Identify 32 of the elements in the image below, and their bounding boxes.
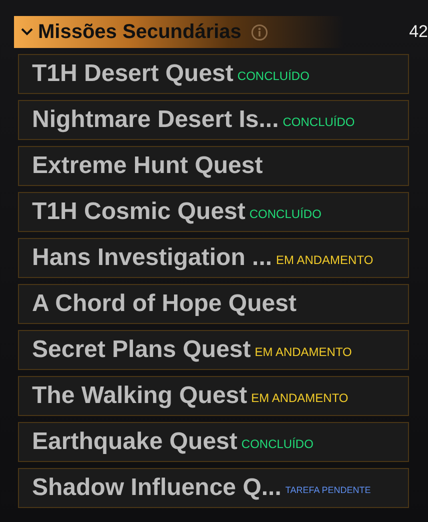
quest-name: Hans Investigation ...: [32, 244, 272, 272]
quest-row[interactable]: Extreme Hunt Quest: [18, 146, 409, 186]
quest-count: 42: [409, 22, 428, 42]
quest-status: TAREFA PENDENTE: [285, 484, 371, 494]
quest-name: Earthquake Quest: [32, 428, 238, 456]
quest-row[interactable]: The Walking Quest EM ANDAMENTO: [18, 376, 409, 416]
quest-row[interactable]: Nightmare Desert Is... CONCLUÍDO: [18, 100, 409, 140]
section-title: Missões Secundárias: [38, 20, 242, 44]
quest-name: Nightmare Desert Is...: [32, 106, 279, 134]
quest-status: EM ANDAMENTO: [251, 390, 348, 404]
info-icon[interactable]: [251, 24, 268, 40]
quest-name: Extreme Hunt Quest: [32, 152, 263, 180]
quest-name: T1H Cosmic Quest: [32, 198, 246, 226]
chevron-icon: [20, 27, 34, 37]
quest-row[interactable]: A Chord of Hope Quest: [18, 284, 409, 324]
quest-name: Secret Plans Quest: [32, 336, 251, 364]
quest-name: T1H Desert Quest: [32, 60, 234, 88]
quest-status: CONCLUÍDO: [282, 114, 355, 128]
quest-status: EM ANDAMENTO: [276, 252, 374, 266]
quest-status: CONCLUÍDO: [249, 206, 322, 220]
quest-row[interactable]: T1H Desert Quest CONCLUÍDO: [18, 54, 409, 94]
quest-row[interactable]: T1H Cosmic Quest CONCLUÍDO: [18, 192, 409, 232]
quest-row[interactable]: Secret Plans Quest EM ANDAMENTO: [18, 330, 409, 370]
quest-status: EM ANDAMENTO: [254, 344, 352, 358]
quest-status: CONCLUÍDO: [237, 68, 310, 82]
quest-row[interactable]: Earthquake Quest CONCLUÍDO: [18, 422, 409, 462]
quest-status: CONCLUÍDO: [241, 436, 314, 450]
quest-row[interactable]: Hans Investigation ... EM ANDAMENTO: [18, 238, 409, 278]
quest-name: The Walking Quest: [32, 382, 248, 410]
quest-name: Shadow Influence Q...: [32, 474, 282, 502]
quest-name: A Chord of Hope Quest: [32, 290, 296, 318]
quest-row[interactable]: Shadow Influence Q... TAREFA PENDENTE: [18, 468, 409, 508]
